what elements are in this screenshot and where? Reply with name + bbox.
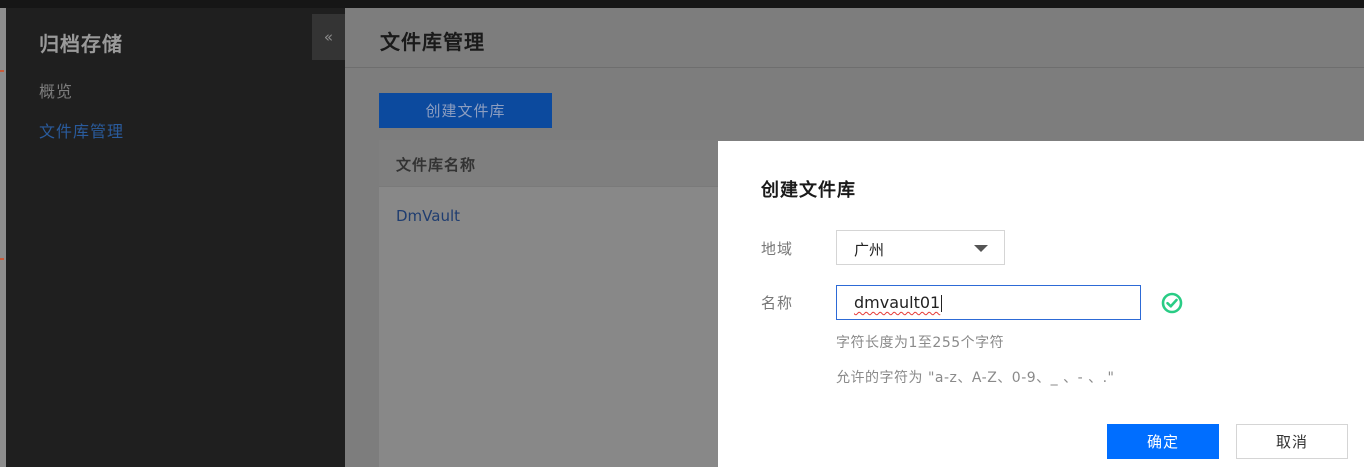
allowed-chars-hint: 允许的字符为 "a-z、A-Z、0-9、_ 、- 、.": [836, 370, 1115, 386]
collapse-sidebar-button[interactable]: «: [312, 14, 345, 60]
region-select[interactable]: 广州: [836, 230, 1005, 265]
name-length-hint: 字符长度为1至255个字符: [836, 335, 1005, 351]
region-label: 地域: [761, 240, 794, 258]
vault-name-link[interactable]: DmVault: [396, 207, 460, 225]
column-header-vault-name: 文件库名称: [396, 156, 477, 174]
page-header: 文件库管理: [345, 8, 1364, 68]
region-select-value: 广州: [854, 241, 885, 259]
cancel-button[interactable]: 取消: [1236, 424, 1348, 459]
edge-mark: [0, 258, 4, 260]
text-cursor: [941, 295, 943, 312]
double-chevron-left-icon: «: [323, 28, 334, 46]
create-vault-dialog: 创建文件库 地域 广州 名称 dmvault01 字符长度为1至255个字符 允…: [718, 141, 1364, 467]
page-title: 文件库管理: [380, 30, 485, 54]
sidebar-item-vault-management[interactable]: 文件库管理: [39, 118, 124, 142]
check-circle-icon: [1161, 292, 1183, 314]
caret-down-icon: [974, 245, 988, 252]
vault-name-input-value: dmvault01: [854, 293, 941, 312]
name-label: 名称: [761, 294, 794, 312]
top-bar: [0, 0, 1364, 8]
vault-name-input[interactable]: dmvault01: [836, 285, 1141, 320]
dialog-title: 创建文件库: [761, 180, 856, 201]
edge-mark: [0, 70, 4, 72]
sidebar: 归档存储 概览 文件库管理 «: [6, 8, 345, 467]
sidebar-title: 归档存储: [39, 32, 123, 56]
create-vault-button[interactable]: 创建文件库: [379, 93, 552, 128]
sidebar-item-overview[interactable]: 概览: [39, 78, 73, 102]
confirm-button[interactable]: 确定: [1107, 424, 1219, 459]
